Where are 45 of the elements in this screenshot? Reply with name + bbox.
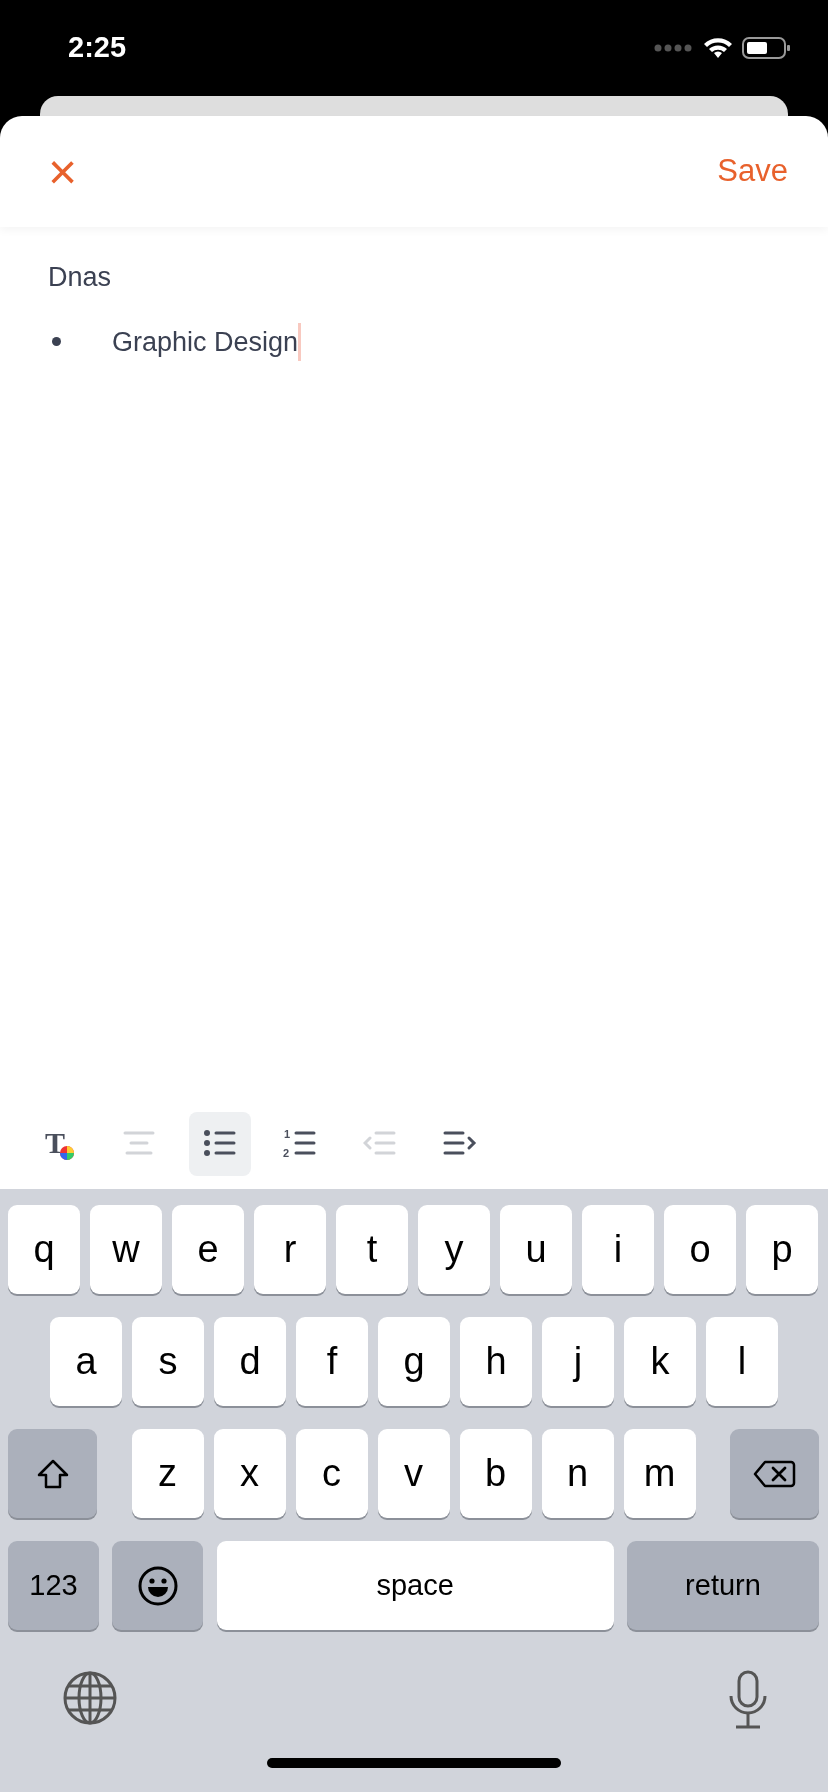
letter-key[interactable]: c — [295, 1429, 368, 1518]
letter-key[interactable]: x — [213, 1429, 286, 1518]
letter-key[interactable]: a — [50, 1317, 122, 1406]
emoji-key[interactable] — [112, 1541, 204, 1630]
wifi-icon — [702, 36, 734, 60]
letter-key[interactable]: j — [542, 1317, 614, 1406]
letter-key[interactable]: h — [460, 1317, 532, 1406]
letter-key[interactable]: t — [336, 1205, 408, 1294]
space-bar[interactable]: space — [216, 1541, 614, 1630]
letter-key[interactable]: d — [214, 1317, 286, 1406]
letter-key[interactable]: m — [623, 1429, 696, 1518]
toolbar-button[interactable]: 1 2 — [269, 1112, 331, 1176]
letter-key[interactable]: u — [500, 1205, 572, 1294]
shift-key[interactable] — [8, 1429, 97, 1518]
signal-icon — [654, 43, 694, 53]
letter-key[interactable]: k — [624, 1317, 696, 1406]
status-time: 2:25 — [68, 30, 127, 66]
letter-key[interactable]: i — [582, 1205, 654, 1294]
return-key[interactable]: return — [627, 1541, 819, 1630]
letter-key[interactable]: q — [8, 1205, 80, 1294]
numbers-key[interactable]: 123 — [8, 1541, 99, 1630]
emoji-icon — [137, 1565, 178, 1606]
battery-icon — [742, 36, 790, 60]
letter-key[interactable]: v — [377, 1429, 450, 1518]
globe-icon[interactable] — [62, 1670, 118, 1726]
delete-key[interactable] — [730, 1429, 819, 1518]
letter-key[interactable]: y — [418, 1205, 490, 1294]
toolbar-button[interactable] — [189, 1112, 251, 1176]
letter-key[interactable]: g — [378, 1317, 450, 1406]
document-title: Dnas — [48, 261, 112, 294]
microphone-icon[interactable] — [728, 1670, 768, 1730]
letter-key[interactable]: e — [172, 1205, 244, 1294]
letter-key[interactable]: f — [296, 1317, 368, 1406]
letter-key[interactable]: s — [132, 1317, 204, 1406]
letter-key[interactable]: p — [746, 1205, 818, 1294]
list-item-text[interactable]: Graphic Design — [112, 321, 299, 362]
letter-key[interactable]: n — [541, 1429, 614, 1518]
letter-key[interactable]: z — [131, 1429, 204, 1518]
letter-key[interactable]: r — [254, 1205, 326, 1294]
bullet-icon — [52, 337, 61, 347]
letter-key[interactable]: w — [90, 1205, 162, 1294]
toolbar-button[interactable]: T — [29, 1112, 91, 1176]
letter-key[interactable]: l — [706, 1317, 778, 1406]
letter-key[interactable]: b — [459, 1429, 532, 1518]
letter-key[interactable]: o — [664, 1205, 736, 1294]
